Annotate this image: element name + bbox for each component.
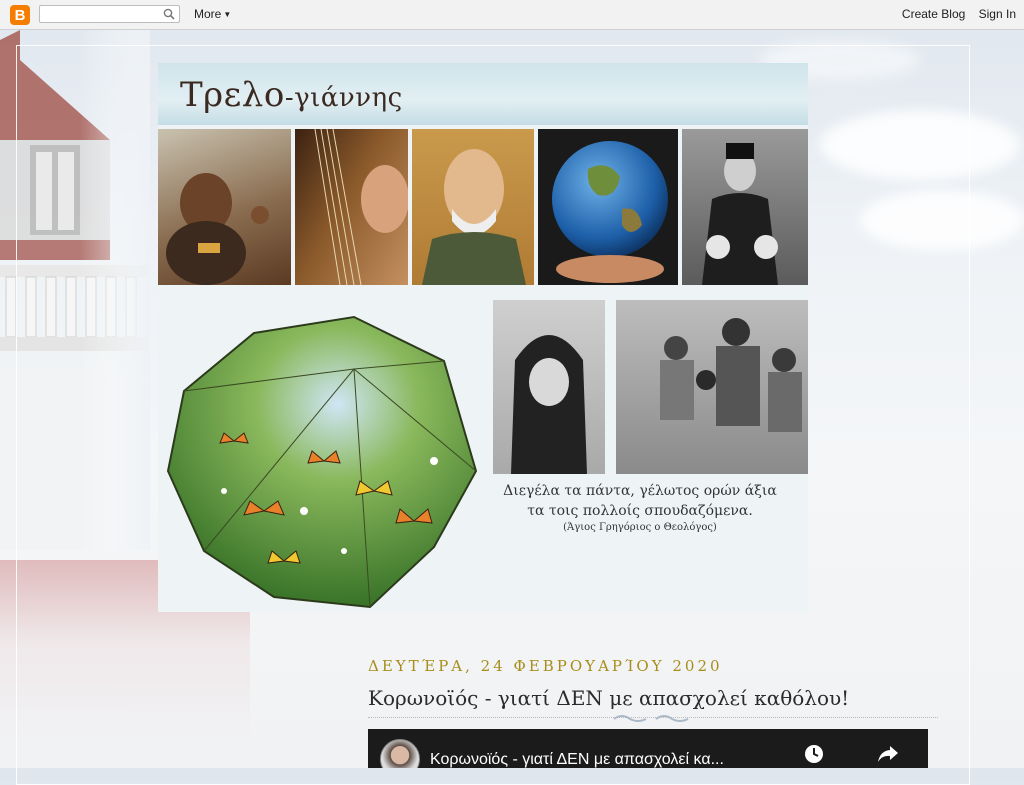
guitar-photo xyxy=(295,129,408,285)
header-quote: Διεγέλα τα πάντα, γέλωτος ορών άξια τα τ… xyxy=(480,481,800,535)
more-menu-label: More xyxy=(194,7,222,21)
create-blog-link[interactable]: Create Blog xyxy=(902,7,965,21)
video-title-link[interactable]: Κορωνοϊός - γιατί ΔΕΝ με απασχολεί κα... xyxy=(430,751,770,768)
quote-attribution: (Άγιος Γρηγόριος ο Θεολόγος) xyxy=(563,522,717,533)
more-menu-button[interactable]: More ▼ xyxy=(194,7,231,21)
clock-icon[interactable] xyxy=(803,743,825,765)
blog-header-image[interactable]: Τρελο-γιάννης Διεγέλα τα πάντα, γέλωτος … xyxy=(158,63,808,612)
ornament-divider-icon xyxy=(613,715,689,722)
guitar-strings-illustration xyxy=(314,129,408,285)
child-illustration xyxy=(166,173,269,285)
family-photo xyxy=(616,300,808,474)
channel-avatar[interactable] xyxy=(380,739,420,768)
nav-right-links: Create Blog Sign In xyxy=(892,7,1016,21)
sign-in-link[interactable]: Sign In xyxy=(979,7,1016,21)
earth-globe-illustration xyxy=(552,141,668,283)
quote-line-2: τα τοις πολλοίς σπουδαζόμενα. xyxy=(527,503,753,519)
search-input[interactable] xyxy=(40,7,166,23)
monk-illustration xyxy=(702,143,778,285)
butterfly-umbrella-image xyxy=(166,315,478,609)
post-date-header: ΔΕΥΤΈΡΑ, 24 ΦΕΒΡΟΥΑΡΊΟΥ 2020 xyxy=(368,657,723,675)
blog-title-suffix: -γιάννης xyxy=(284,83,403,113)
post-title-link[interactable]: Κορωνοϊός - γιατί ΔΕΝ με απασχολεί καθόλ… xyxy=(368,686,849,710)
search-box xyxy=(39,5,180,23)
youtube-video-embed[interactable]: Κορωνοϊός - γιατί ΔΕΝ με απασχολεί κα... xyxy=(368,729,928,768)
family-illustration xyxy=(660,318,802,432)
share-icon[interactable] xyxy=(877,745,899,763)
nun-photo xyxy=(493,300,605,474)
elder-illustration xyxy=(422,149,526,285)
blog-title: Τρελο-γιάννης xyxy=(180,75,403,115)
quote-line-1: Διεγέλα τα πάντα, γέλωτος ορών άξια xyxy=(503,483,777,499)
elder-icon-painting xyxy=(412,129,534,285)
blogger-logo-icon[interactable]: B xyxy=(10,5,30,25)
nun-illustration xyxy=(511,335,587,474)
child-photo xyxy=(158,129,291,285)
blog-title-main: Τρελο xyxy=(180,75,285,115)
search-icon[interactable] xyxy=(163,8,175,20)
monk-photo xyxy=(682,129,808,285)
earth-photo xyxy=(538,129,678,285)
chevron-down-icon: ▼ xyxy=(223,10,232,19)
blogger-navbar: B More ▼ Create Blog Sign In xyxy=(0,0,1024,30)
